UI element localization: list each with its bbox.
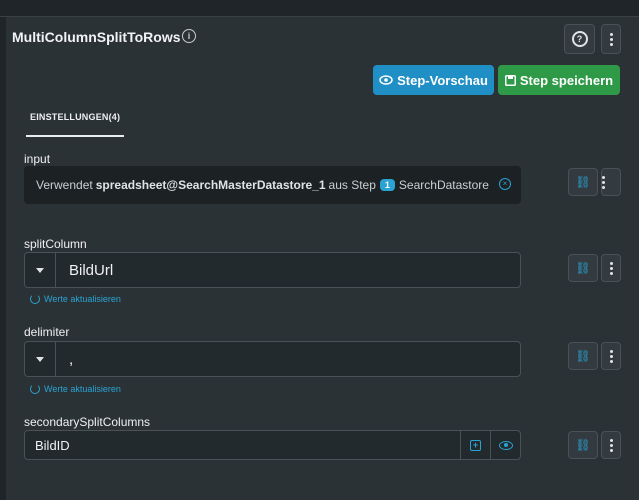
eye-icon bbox=[379, 75, 393, 85]
more-options-button[interactable] bbox=[601, 24, 621, 54]
delimiter-dropdown-toggle[interactable] bbox=[25, 342, 56, 376]
preview-column-button[interactable] bbox=[490, 431, 520, 459]
secondarysplitcolumns-link-button[interactable]: ⛓ bbox=[568, 431, 598, 459]
top-bar bbox=[0, 0, 639, 17]
secondarysplitcolumns-value: BildID bbox=[35, 437, 70, 453]
secondarysplitcolumns-input[interactable]: BildID + bbox=[24, 430, 521, 460]
delimiter-label: delimiter bbox=[24, 325, 70, 339]
add-column-button[interactable]: + bbox=[460, 431, 490, 459]
tab-active-indicator bbox=[26, 135, 124, 137]
secondarysplitcolumns-label: secondarySplitColumns bbox=[24, 415, 151, 429]
delimiter-select[interactable]: , bbox=[24, 341, 521, 377]
kebab-icon bbox=[609, 438, 613, 452]
delimiter-link-button[interactable]: ⛓ bbox=[568, 342, 598, 370]
input-link-button[interactable]: ⛓ bbox=[568, 168, 598, 196]
input-prefix: Verwendet bbox=[36, 178, 93, 192]
left-panel-edge bbox=[0, 17, 6, 500]
delimiter-refresh-link[interactable]: Werte aktualisieren bbox=[30, 384, 121, 394]
splitcolumn-link-button[interactable]: ⛓ bbox=[568, 254, 598, 282]
splitcolumn-select[interactable]: BildUrl bbox=[24, 252, 521, 288]
splitcolumn-dropdown-toggle[interactable] bbox=[25, 253, 56, 287]
add-icon: + bbox=[470, 439, 481, 451]
splitcolumn-refresh-link[interactable]: Werte aktualisieren bbox=[30, 294, 121, 304]
delimiter-more-button[interactable] bbox=[601, 342, 621, 370]
kebab-icon bbox=[609, 32, 613, 46]
delimiter-value: , bbox=[69, 350, 74, 368]
input-more-button[interactable] bbox=[601, 168, 621, 196]
link-icon: ⛓ bbox=[575, 438, 591, 452]
help-icon: ? bbox=[571, 31, 588, 47]
chevron-down-icon bbox=[36, 267, 44, 273]
link-icon: ⛓ bbox=[575, 349, 591, 363]
step-preview-label: Step-Vorschau bbox=[397, 72, 488, 88]
input-label: input bbox=[24, 152, 51, 166]
clear-icon[interactable]: × bbox=[499, 178, 511, 190]
kebab-icon bbox=[602, 175, 620, 189]
step-preview-button[interactable]: Step-Vorschau bbox=[373, 65, 494, 95]
step-save-label: Step speichern bbox=[519, 72, 614, 88]
link-icon: ⛓ bbox=[575, 261, 591, 275]
splitcolumn-refresh-label: Werte aktualisieren bbox=[44, 294, 121, 304]
splitcolumn-value: BildUrl bbox=[69, 261, 114, 279]
delimiter-refresh-label: Werte aktualisieren bbox=[44, 384, 121, 394]
step-number-badge: 1 bbox=[379, 179, 395, 191]
input-mid-text: aus Step bbox=[328, 178, 376, 192]
input-step-name: SearchDatastore bbox=[398, 178, 489, 192]
page-title: MultiColumnSplitToRows bbox=[12, 29, 181, 45]
kebab-icon bbox=[609, 349, 613, 363]
chevron-down-icon bbox=[36, 356, 44, 362]
help-button[interactable]: ? bbox=[564, 24, 595, 54]
refresh-icon bbox=[30, 294, 40, 304]
link-icon: ⛓ bbox=[575, 175, 591, 189]
floppy-icon bbox=[504, 74, 516, 86]
info-icon[interactable]: i bbox=[182, 29, 196, 43]
input-source-field[interactable]: Verwendet spreadsheet@SearchMasterDatast… bbox=[24, 166, 521, 204]
splitcolumn-more-button[interactable] bbox=[601, 254, 621, 282]
kebab-icon bbox=[609, 261, 613, 275]
secondarysplitcolumns-more-button[interactable] bbox=[601, 431, 621, 459]
refresh-icon bbox=[30, 384, 40, 394]
splitcolumn-label: splitColumn bbox=[24, 237, 87, 251]
eye-icon bbox=[498, 440, 513, 450]
step-save-button[interactable]: Step speichern bbox=[498, 65, 620, 95]
input-source-name: spreadsheet@SearchMasterDatastore_1 bbox=[95, 178, 326, 192]
tab-einstellungen[interactable]: EINSTELLUNGEN(4) bbox=[30, 112, 120, 122]
